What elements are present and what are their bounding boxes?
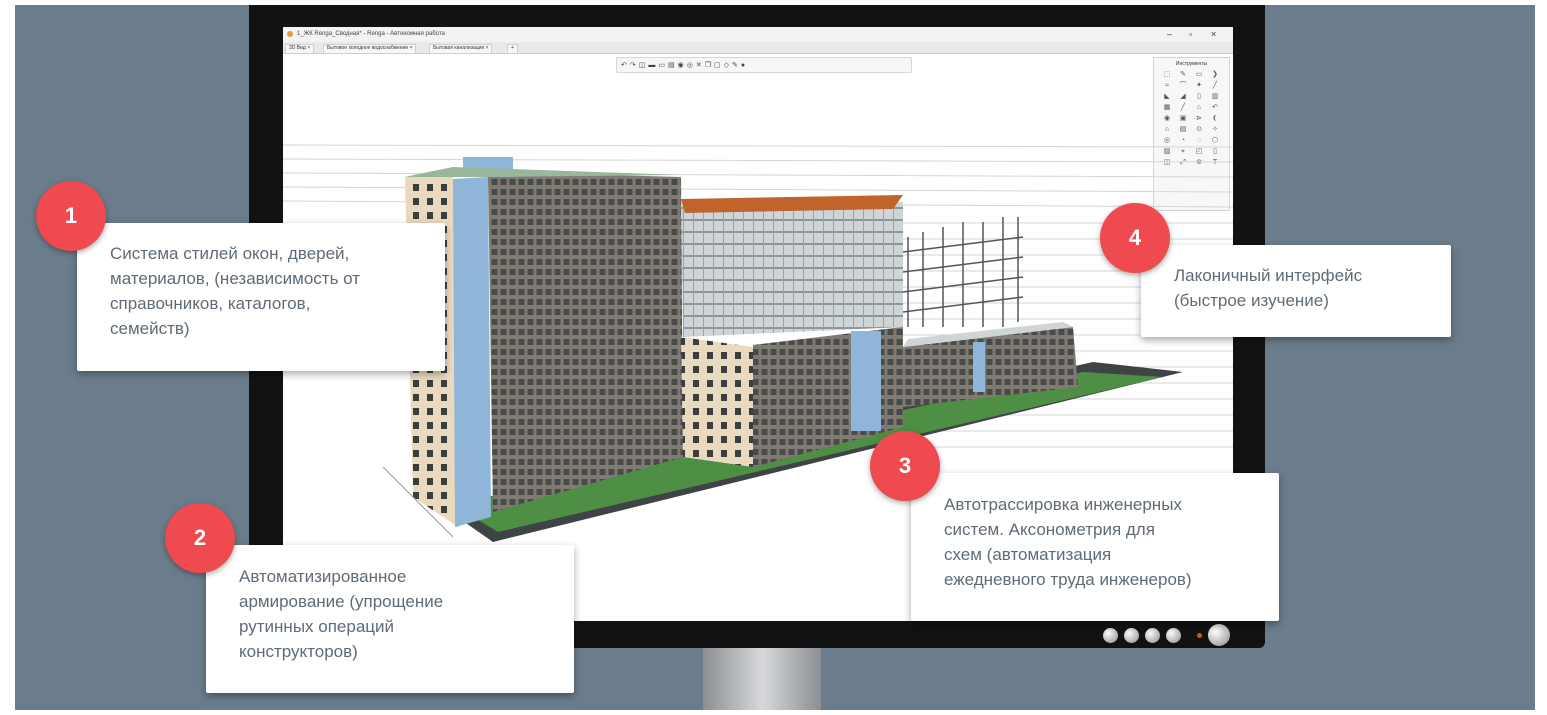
callout-3-badge: 3 — [870, 431, 940, 501]
callout-4: Лаконичный интерфейс (быстрое изучение) — [1141, 245, 1451, 337]
monitor-buttons — [1103, 624, 1230, 646]
power-button[interactable] — [1208, 624, 1230, 646]
callout-2-text: Автоматизированное армирование (упрощени… — [239, 567, 444, 661]
monitor-button-1[interactable] — [1103, 627, 1118, 643]
monitor-button-2[interactable] — [1124, 627, 1139, 643]
low-block-blue-strip — [973, 342, 985, 392]
tower-front-facade — [488, 172, 683, 512]
mid-block-blue-strip — [851, 331, 881, 431]
monitor-button-4[interactable] — [1166, 627, 1181, 643]
monitor-button-3[interactable] — [1145, 627, 1160, 643]
callout-1-text: Система стилей окон, дверей, материалов,… — [110, 244, 361, 338]
frame-building-skeleton — [681, 202, 903, 337]
monitor-stand — [703, 648, 821, 710]
callout-4-badge: 4 — [1100, 203, 1170, 273]
mid-block-side — [681, 337, 753, 467]
callout-4-text: Лаконичный интерфейс (быстрое изучение) — [1174, 266, 1363, 310]
tower-roof — [405, 167, 681, 177]
callout-3-text: Автотрассировка инженерных систем. Аксон… — [944, 495, 1192, 589]
callout-1-badge: 1 — [36, 181, 106, 251]
rebar-frames — [902, 217, 1024, 327]
callout-2: Автоматизированное армирование (упрощени… — [206, 545, 574, 693]
power-led — [1197, 632, 1202, 638]
callout-3: Автотрассировка инженерных систем. Аксон… — [911, 473, 1279, 621]
callout-2-badge: 2 — [165, 503, 235, 573]
callout-1: Система стилей окон, дверей, материалов,… — [77, 223, 445, 371]
illustration: 1_ЖК Renga_Сводная* - Renga - Автономная… — [0, 0, 1547, 715]
tower-blue-strip — [453, 177, 491, 527]
